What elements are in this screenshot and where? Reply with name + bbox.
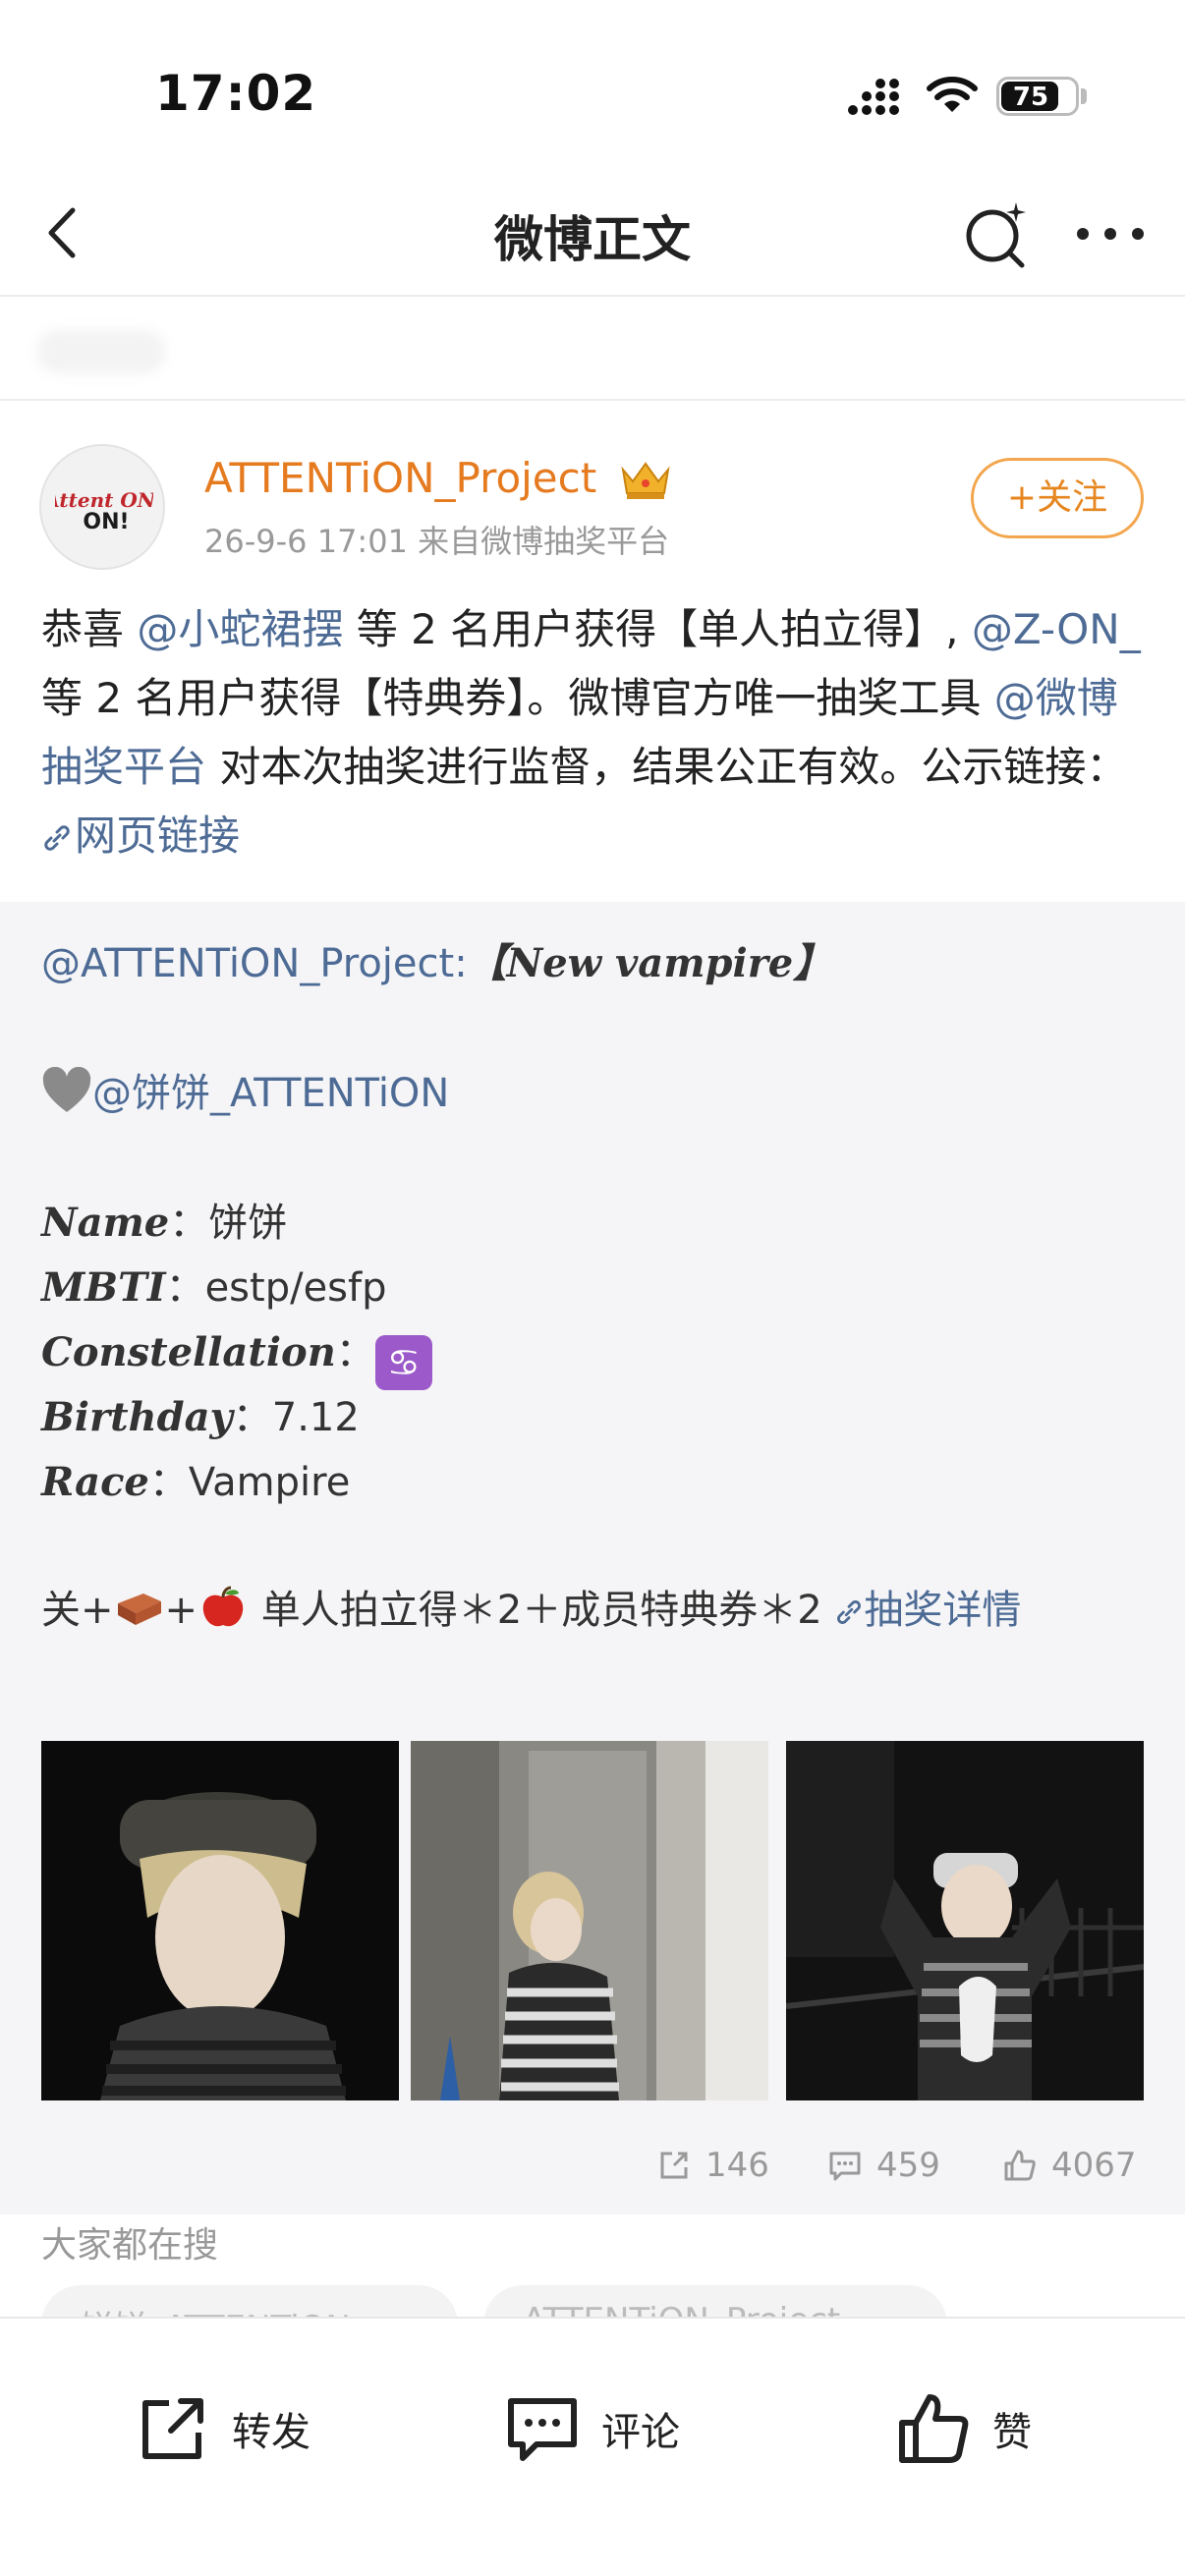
photo-3[interactable]: [786, 1741, 1144, 2100]
repost-count[interactable]: 146: [656, 2146, 769, 2185]
quote-headline: @ATTENTiON_Project:【New vampire】: [41, 931, 832, 988]
status-bar: 17:02 75: [0, 0, 1185, 177]
prize-text: +: [164, 1588, 198, 1633]
post-text-part: 恭喜: [41, 605, 138, 653]
prize-text: 关+: [41, 1588, 114, 1633]
field-label: Birthday: [41, 1394, 233, 1440]
repost-label: 转发: [232, 2410, 310, 2455]
field-constellation: Constellation： ♋: [41, 1320, 432, 1390]
like-label: 赞: [992, 2410, 1032, 2455]
status-time: 17:02: [155, 65, 317, 122]
crown-badge-icon: [621, 462, 670, 499]
battery-level: 75: [1012, 83, 1049, 112]
comment-count[interactable]: 459: [827, 2146, 940, 2185]
field-mbti: MBTI：estp/esfp: [41, 1256, 386, 1313]
battery-icon: 75: [996, 77, 1079, 116]
svg-text:Attent ON!: Attent ON!: [55, 488, 153, 512]
field-label: Name: [41, 1200, 170, 1246]
signal-icon: [848, 79, 899, 115]
username[interactable]: ATTENTiON_Project: [204, 454, 596, 502]
thumbs-up-icon: [1004, 2150, 1036, 2181]
link-icon: [44, 825, 70, 851]
field-birthday: Birthday：7.12: [41, 1385, 360, 1442]
member-mention[interactable]: @饼饼_ATTENTiON: [92, 1071, 449, 1116]
photo-grid: [41, 1741, 1144, 2100]
comment-label: 评论: [601, 2410, 680, 2455]
prize-line: 关+ + 单人拍立得＊2＋成员特典券＊2 抽奖详情: [41, 1578, 1152, 1643]
comment-button[interactable]: 评论: [503, 2389, 680, 2468]
cancer-zodiac-icon: ♋: [374, 1335, 432, 1390]
comment-icon: [508, 2398, 577, 2461]
link-icon: [837, 1600, 862, 1624]
repost-button[interactable]: 转发: [134, 2389, 310, 2468]
grey-heart-icon: [42, 1067, 91, 1112]
thumbs-up-icon: [899, 2394, 969, 2463]
pinned-strip: [0, 299, 1185, 401]
post-header: Attent ON! ON! ATTENTiON_Project 26-9-6 …: [0, 401, 1185, 570]
engagement-stats: 146 459 4067: [0, 2140, 1185, 2199]
wifi-icon: [927, 77, 978, 112]
like-count[interactable]: 4067: [1002, 2146, 1137, 2185]
bottom-action-bar: 转发 评论 赞: [0, 2317, 1185, 2576]
post-text: 恭喜 @小蛇裙摆 等 2 名用户获得【单人拍立得】, @Z-ON_ 等 2 名用…: [41, 595, 1152, 870]
field-value: 7.12: [271, 1395, 360, 1440]
post-text-part: 等 2 名用户获得【特典券】。微博官方唯一抽奖工具: [41, 674, 994, 722]
photo-1[interactable]: [41, 1741, 399, 2100]
member-line: @饼饼_ATTENTiON: [41, 1061, 449, 1118]
more-icon[interactable]: [1071, 202, 1150, 265]
brand-logo: Attent ON! ON!: [55, 488, 153, 534]
repost-icon: [142, 2398, 203, 2459]
like-button[interactable]: 赞: [894, 2389, 1032, 2468]
mention-link[interactable]: @Z-ON_: [972, 605, 1141, 653]
nav-bar: 微博正文: [0, 177, 1185, 297]
repost-count-value: 146: [705, 2146, 769, 2185]
comment-icon: [829, 2152, 861, 2181]
field-name: Name：饼饼: [41, 1191, 287, 1248]
share-icon: [660, 2152, 688, 2179]
field-label: Race: [41, 1459, 149, 1505]
quote-author[interactable]: @ATTENTiON_Project:: [41, 941, 468, 986]
field-label: MBTI: [41, 1264, 166, 1311]
field-label: Constellation: [41, 1329, 336, 1375]
field-sep: ：: [232, 1395, 272, 1440]
quote-title: 【New vampire】: [467, 940, 833, 986]
apple-icon: [202, 1586, 244, 1627]
field-value: estp/esfp: [204, 1265, 387, 1311]
svg-text:ON!: ON!: [83, 510, 129, 534]
post-text-part: 对本次抽奖进行监督，结果公正有效。公示链接：: [206, 743, 1128, 791]
field-value: 饼饼: [208, 1201, 288, 1246]
field-sep: ：: [165, 1265, 205, 1311]
follow-button[interactable]: +关注: [971, 458, 1144, 538]
photo-2[interactable]: [411, 1741, 768, 2100]
post-text-part: 等 2 名用户获得【单人拍立得】,: [343, 605, 972, 653]
lottery-detail-label: 抽奖详情: [864, 1588, 1022, 1633]
field-race: Race：Vampire: [41, 1450, 350, 1507]
search-icon[interactable]: [961, 198, 1032, 269]
prize-text: 单人拍立得＊2＋成员特典券＊2: [249, 1588, 835, 1633]
field-sep: ：: [169, 1201, 209, 1246]
web-link[interactable]: 网页链接: [41, 812, 240, 860]
brick-icon: [117, 1594, 161, 1625]
lottery-detail-link[interactable]: 抽奖详情: [834, 1588, 1021, 1633]
trending-title: 大家都在搜: [41, 2225, 219, 2266]
field-sep: ：: [148, 1460, 189, 1505]
comment-count-value: 459: [876, 2146, 940, 2185]
like-count-value: 4067: [1051, 2146, 1137, 2185]
web-link-label: 网页链接: [75, 812, 241, 860]
field-value: Vampire: [188, 1460, 351, 1505]
avatar[interactable]: Attent ON! ON!: [39, 444, 165, 570]
field-sep: ：: [335, 1330, 375, 1375]
mention-link[interactable]: @小蛇裙摆: [137, 605, 343, 653]
post-meta: 26-9-6 17:01 来自微博抽奖平台: [204, 523, 670, 560]
